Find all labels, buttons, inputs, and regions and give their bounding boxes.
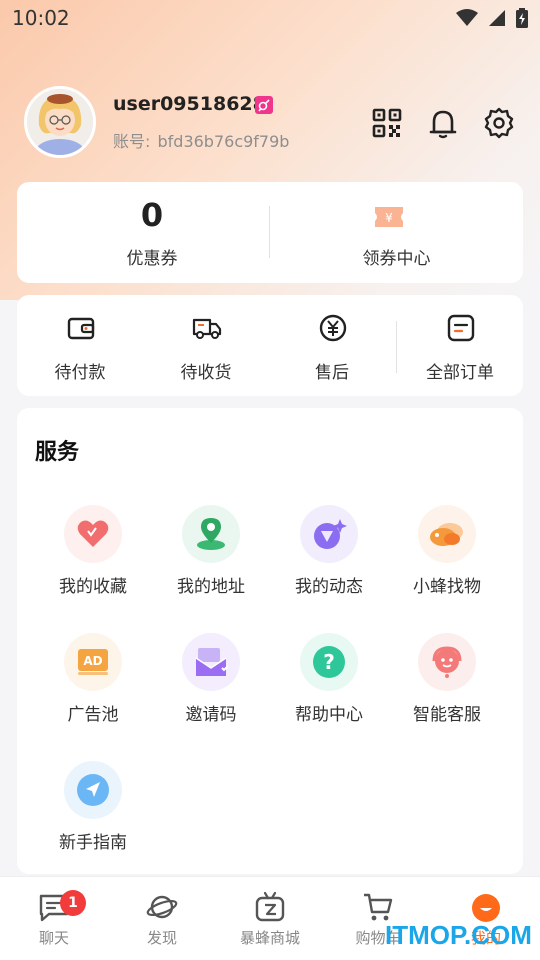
watermark: ITMOP.COM	[385, 920, 532, 950]
settings-gear-icon[interactable]	[482, 106, 516, 140]
service-invite-code[interactable]: 邀请码	[152, 633, 270, 733]
truck-icon	[192, 318, 222, 339]
service-card: 服务 我的收藏 我的地址 我的动态 小蜂找物 AD 广告池 邀请码 ? 帮助中心…	[17, 408, 523, 874]
unread-badge: 1	[60, 890, 86, 916]
wallet-icon	[67, 317, 95, 340]
order-pending-payment[interactable]: 待付款	[17, 295, 143, 396]
tab-chat[interactable]: 1 聊天	[0, 877, 108, 960]
heart-icon	[64, 505, 122, 563]
order-label: 待付款	[54, 363, 106, 383]
service-label: 帮助中心	[295, 705, 363, 725]
ad-glyph: AD	[83, 654, 102, 668]
order-list-icon	[447, 314, 475, 342]
service-address[interactable]: 我的地址	[152, 505, 270, 605]
order-label: 售后	[315, 363, 349, 383]
service-label: 我的收藏	[59, 577, 127, 597]
account-row: 账号: bfd36b76c9f79b	[113, 128, 291, 152]
profile-face-icon	[472, 894, 500, 922]
order-after-sales[interactable]: 售后	[269, 295, 395, 396]
service-ai-support[interactable]: 智能客服	[388, 633, 506, 733]
coupon-center-section[interactable]: ¥ 领券中心	[270, 182, 523, 283]
order-pending-receipt[interactable]: 待收货	[143, 295, 269, 396]
tab-label: 暴蜂商城	[239, 929, 300, 947]
battery-icon	[516, 8, 528, 28]
service-label: 新手指南	[59, 833, 127, 853]
tab-discover[interactable]: 发现	[108, 877, 216, 960]
username: user09518628	[113, 93, 266, 115]
signal-icon	[489, 10, 505, 26]
order-all[interactable]: 全部订单	[397, 295, 523, 396]
location-pin-icon	[182, 505, 240, 563]
service-beginner-guide[interactable]: 新手指南	[34, 761, 152, 861]
profile-header: user09518628 账号: bfd36b76c9f79b	[24, 86, 524, 160]
order-card: 待付款 待收货 售后 全部订单	[17, 295, 523, 396]
service-label: 我的地址	[177, 577, 245, 597]
service-ad-pool[interactable]: AD 广告池	[34, 633, 152, 733]
tab-mall[interactable]: 暴蜂商城	[216, 877, 324, 960]
ad-icon: AD	[64, 633, 122, 691]
status-bar: 10:02	[0, 0, 540, 36]
shutter-sparkle-icon	[300, 505, 358, 563]
coupon-ticket-icon: ¥	[375, 207, 403, 227]
tab-label: 聊天	[38, 929, 69, 947]
service-label: 小蜂找物	[413, 577, 481, 597]
status-time: 10:02	[12, 6, 70, 30]
account-id[interactable]: bfd36b76c9f79b	[158, 132, 290, 151]
order-label: 待收货	[180, 363, 232, 383]
qr-code-icon[interactable]	[370, 106, 404, 140]
customer-service-icon	[418, 633, 476, 691]
compass-arrow-icon	[64, 761, 122, 819]
service-favorites[interactable]: 我的收藏	[34, 505, 152, 605]
bee-icon	[418, 505, 476, 563]
coupon-center-label: 领券中心	[362, 249, 431, 269]
yen-circle-icon	[319, 314, 347, 342]
coupon-section[interactable]: 0 优惠券	[17, 182, 269, 283]
service-moments[interactable]: 我的动态	[270, 505, 388, 605]
tab-label: 发现	[146, 929, 177, 947]
service-label: 智能客服	[413, 705, 481, 725]
service-bee-finder[interactable]: 小蜂找物	[388, 505, 506, 605]
service-label: 我的动态	[295, 577, 363, 597]
service-label: 邀请码	[185, 705, 237, 725]
wifi-icon	[456, 9, 478, 26]
planet-icon	[146, 895, 178, 919]
coupon-label: 优惠券	[126, 249, 178, 269]
account-label: 账号:	[113, 132, 151, 151]
bell-icon[interactable]	[426, 106, 460, 140]
cart-icon	[364, 893, 393, 921]
service-title: 服务	[35, 440, 80, 465]
avatar-illustration	[27, 89, 93, 155]
service-label: 广告池	[67, 705, 119, 725]
coupon-count: 0	[140, 196, 164, 234]
service-help-center[interactable]: ? 帮助中心	[270, 633, 388, 733]
status-icons	[456, 8, 528, 28]
help-glyph: ?	[323, 650, 335, 674]
tv-mall-icon	[255, 891, 285, 922]
help-icon: ?	[300, 633, 358, 691]
gender-badge-icon	[255, 96, 273, 114]
invite-envelope-icon	[182, 633, 240, 691]
coupon-card: 0 优惠券 ¥ 领券中心	[17, 182, 523, 283]
avatar[interactable]	[24, 86, 96, 158]
coupon-yen-glyph: ¥	[385, 211, 393, 225]
order-label: 全部订单	[426, 363, 494, 383]
